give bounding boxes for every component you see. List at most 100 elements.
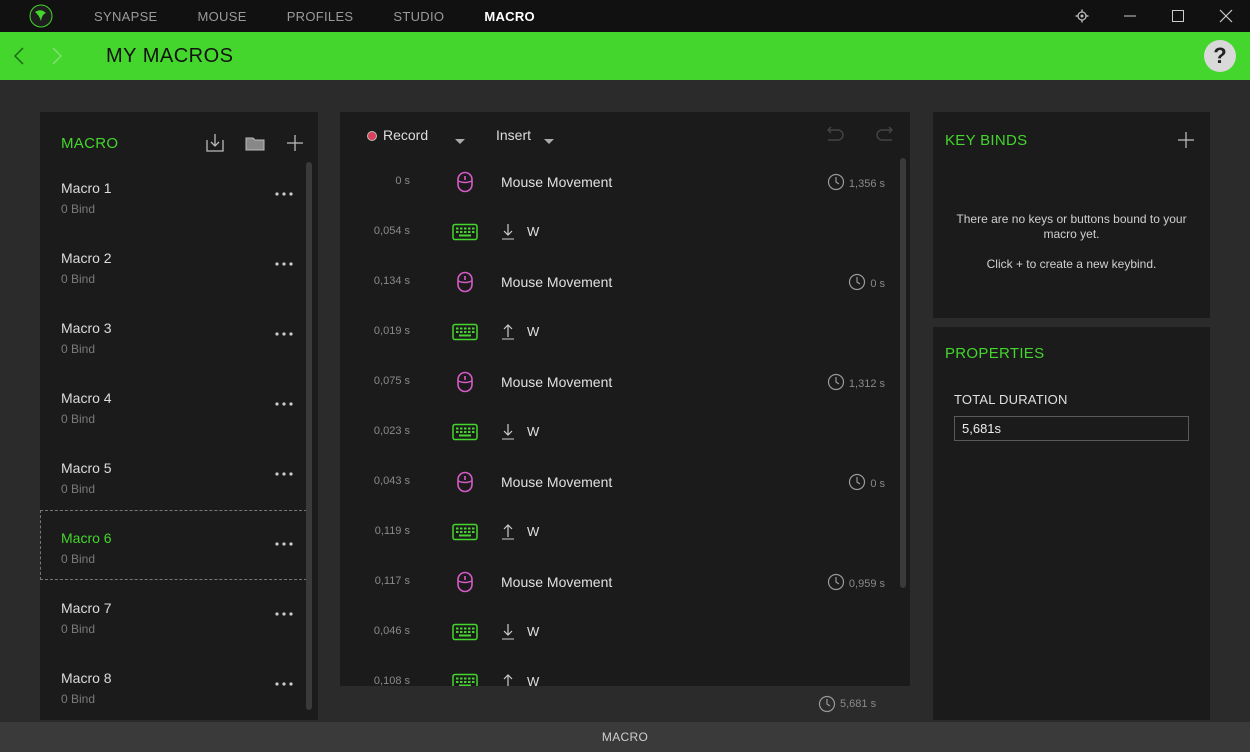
macro-item-3[interactable]: Macro 3 0 Bind bbox=[40, 300, 312, 370]
macro-event-row[interactable]: 0 s Mouse Movement 1,356 s bbox=[340, 157, 895, 207]
event-duration: 0 s bbox=[848, 473, 885, 494]
keyboard-icon bbox=[452, 620, 478, 644]
more-options-icon[interactable] bbox=[272, 254, 296, 274]
event-delay[interactable]: 0,108 s bbox=[374, 675, 410, 686]
event-delay[interactable]: 0,117 s bbox=[375, 575, 410, 587]
more-options-icon[interactable] bbox=[272, 674, 296, 694]
maximize-icon[interactable] bbox=[1154, 0, 1202, 32]
insert-dropdown-icon[interactable] bbox=[544, 132, 554, 150]
forward-arrow-icon[interactable] bbox=[38, 32, 76, 80]
event-list-scrollbar[interactable] bbox=[900, 158, 906, 588]
total-duration-footer: 5,681 s bbox=[818, 695, 876, 713]
more-options-icon[interactable] bbox=[272, 604, 296, 624]
macro-event-row[interactable]: 0,046 s W bbox=[340, 607, 895, 657]
event-delay[interactable]: 0,054 s bbox=[374, 225, 410, 237]
macro-event-row[interactable]: 0,075 s Mouse Movement 1,312 s bbox=[340, 357, 895, 407]
key-down-arrow-icon bbox=[500, 222, 516, 242]
minimize-icon[interactable] bbox=[1106, 0, 1154, 32]
razer-logo-icon[interactable] bbox=[28, 3, 54, 29]
keyboard-icon bbox=[452, 420, 478, 444]
macro-bind-count: 0 Bind bbox=[61, 552, 96, 566]
event-duration: 1,356 s bbox=[827, 173, 885, 194]
key-up-arrow-icon bbox=[500, 672, 516, 686]
macro-event-row[interactable]: 0,134 s Mouse Movement 0 s bbox=[340, 257, 895, 307]
event-label: Mouse Movement bbox=[501, 274, 613, 290]
keybinds-hint: Click + to create a new keybind. bbox=[986, 257, 1157, 271]
macro-event-row[interactable]: 0,108 s W bbox=[340, 657, 895, 686]
macro-name: Macro 8 bbox=[61, 670, 112, 686]
more-options-icon[interactable] bbox=[272, 534, 296, 554]
event-duration-text: 0 s bbox=[870, 277, 885, 290]
status-bar: MACRO bbox=[0, 722, 1250, 752]
keybinds-panel: KEY BINDS There are no keys or buttons b… bbox=[933, 112, 1210, 318]
more-options-icon[interactable] bbox=[272, 394, 296, 414]
event-delay[interactable]: 0,119 s bbox=[375, 525, 410, 537]
clock-icon bbox=[827, 373, 845, 394]
macro-item-1[interactable]: Macro 1 0 Bind bbox=[40, 160, 312, 230]
event-delay[interactable]: 0,134 s bbox=[374, 275, 410, 287]
clock-icon bbox=[818, 695, 836, 713]
event-delay[interactable]: 0,019 s bbox=[374, 325, 410, 337]
event-key-label: W bbox=[527, 224, 540, 239]
macro-event-row[interactable]: 0,023 s W bbox=[340, 407, 895, 457]
tab-macro[interactable]: MACRO bbox=[484, 9, 535, 24]
macro-name: Macro 4 bbox=[61, 390, 112, 406]
key-down-arrow-icon bbox=[500, 622, 516, 642]
clock-icon bbox=[848, 273, 866, 294]
back-arrow-icon[interactable] bbox=[0, 32, 38, 80]
event-key-label: W bbox=[527, 674, 540, 686]
key-up-arrow-icon bbox=[500, 522, 516, 542]
macro-item-8[interactable]: Macro 8 0 Bind bbox=[40, 650, 312, 720]
event-delay[interactable]: 0,075 s bbox=[374, 375, 410, 387]
page-title: MY MACROS bbox=[106, 44, 234, 67]
keyboard-icon bbox=[452, 520, 478, 544]
event-delay[interactable]: 0,023 s bbox=[374, 425, 410, 437]
clock-icon bbox=[827, 173, 845, 194]
macro-item-7[interactable]: Macro 7 0 Bind bbox=[40, 580, 312, 650]
macro-event-row[interactable]: 0,043 s Mouse Movement 0 s bbox=[340, 457, 895, 507]
macro-bind-count: 0 Bind bbox=[61, 342, 96, 356]
event-delay[interactable]: 0,043 s bbox=[374, 475, 410, 487]
macro-item-2[interactable]: Macro 2 0 Bind bbox=[40, 230, 312, 300]
tab-profiles[interactable]: PROFILES bbox=[287, 9, 354, 24]
close-icon[interactable] bbox=[1202, 0, 1250, 32]
tab-synapse[interactable]: SYNAPSE bbox=[94, 9, 158, 24]
record-dropdown-icon[interactable] bbox=[455, 132, 465, 150]
event-delay[interactable]: 0 s bbox=[395, 175, 410, 187]
total-duration-field[interactable] bbox=[954, 416, 1189, 441]
redo-icon[interactable] bbox=[874, 126, 896, 149]
macro-item-6[interactable]: Macro 6 0 Bind bbox=[40, 510, 312, 580]
macro-event-list: 0 s Mouse Movement 1,356 s 0,054 s W 0,134 s M… bbox=[340, 157, 895, 686]
settings-gear-icon[interactable] bbox=[1058, 0, 1106, 32]
mouse-icon bbox=[452, 170, 478, 194]
macro-event-row[interactable]: 0,119 s W bbox=[340, 507, 895, 557]
macro-item-5[interactable]: Macro 5 0 Bind bbox=[40, 440, 312, 510]
macro-event-row[interactable]: 0,019 s W bbox=[340, 307, 895, 357]
page-header: MY MACROS ? bbox=[0, 32, 1250, 80]
tab-studio[interactable]: STUDIO bbox=[393, 9, 444, 24]
import-icon[interactable] bbox=[202, 130, 228, 156]
event-label: Mouse Movement bbox=[501, 474, 613, 490]
event-key-label: W bbox=[527, 524, 540, 539]
insert-button[interactable]: Insert bbox=[496, 127, 531, 143]
help-button[interactable]: ? bbox=[1204, 40, 1236, 72]
event-key-label: W bbox=[527, 324, 540, 339]
macro-list-scrollbar[interactable] bbox=[306, 162, 312, 710]
event-delay[interactable]: 0,046 s bbox=[374, 625, 410, 637]
more-options-icon[interactable] bbox=[272, 464, 296, 484]
event-duration: 0 s bbox=[848, 273, 885, 294]
keybinds-title: KEY BINDS bbox=[945, 132, 1028, 149]
macro-bind-count: 0 Bind bbox=[61, 692, 96, 706]
tab-mouse[interactable]: MOUSE bbox=[198, 9, 247, 24]
macro-event-row[interactable]: 0,054 s W bbox=[340, 207, 895, 257]
record-dot-icon[interactable] bbox=[367, 131, 377, 141]
more-options-icon[interactable] bbox=[272, 184, 296, 204]
add-macro-icon[interactable] bbox=[282, 130, 308, 156]
macro-item-4[interactable]: Macro 4 0 Bind bbox=[40, 370, 312, 440]
record-button[interactable]: Record bbox=[383, 127, 428, 143]
more-options-icon[interactable] bbox=[272, 324, 296, 344]
folder-icon[interactable] bbox=[242, 130, 268, 156]
add-keybind-icon[interactable] bbox=[1176, 130, 1196, 155]
undo-icon[interactable] bbox=[824, 126, 846, 149]
macro-event-row[interactable]: 0,117 s Mouse Movement 0,959 s bbox=[340, 557, 895, 607]
